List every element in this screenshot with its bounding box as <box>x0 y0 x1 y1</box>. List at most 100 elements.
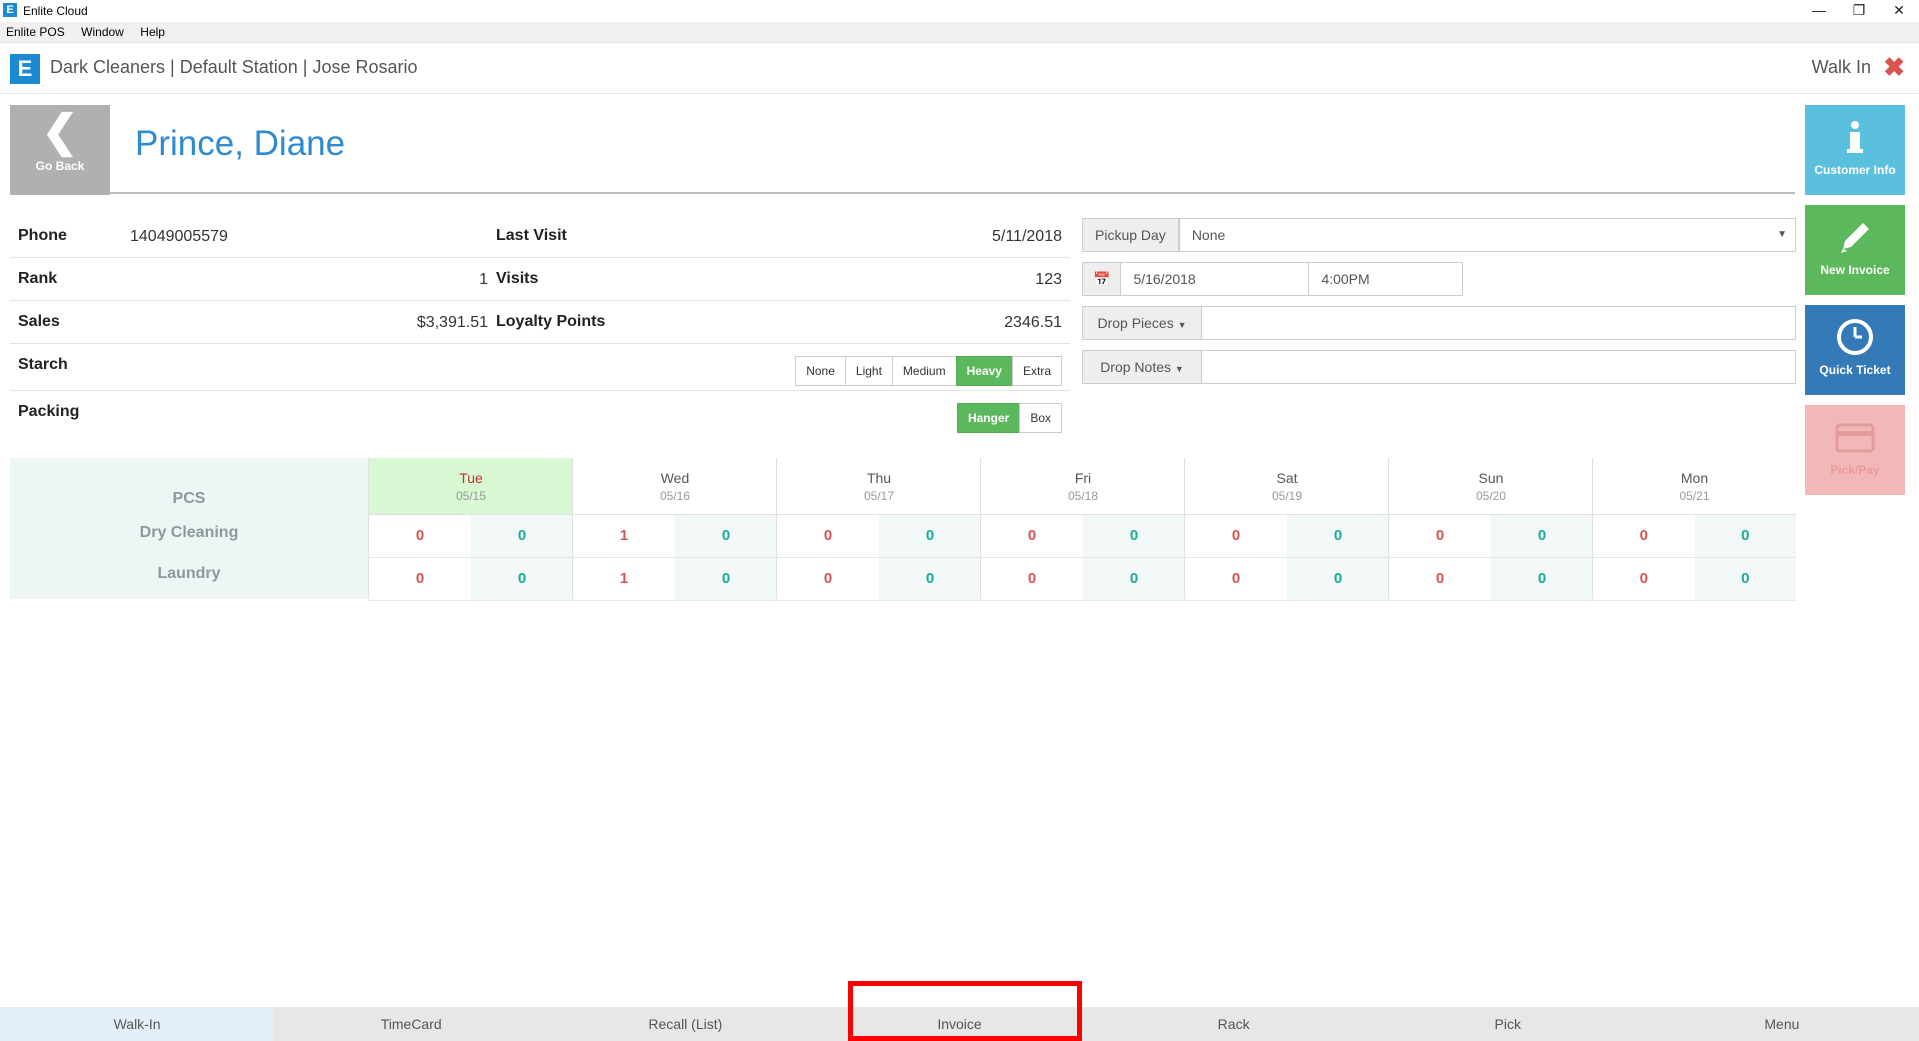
day-header: Thu 05/17 <box>777 458 981 515</box>
count-cell: 0 <box>1694 558 1796 600</box>
starch-heavy-button[interactable]: Heavy <box>955 356 1013 386</box>
count-cell: 0 <box>415 527 425 544</box>
day-column[interactable]: Thu 05/17 00 00 <box>776 458 981 601</box>
count-cell: 0 <box>1231 527 1241 544</box>
rank-value: 1 <box>479 271 488 288</box>
dry-cleaning-cells: 00 <box>981 515 1185 558</box>
starch-selector: None Light Medium Heavy Extra <box>795 356 1062 386</box>
day-header: Sat 05/19 <box>1185 458 1389 515</box>
close-window-button[interactable]: ✕ <box>1879 0 1919 22</box>
day-column[interactable]: Sat 05/19 00 00 <box>1184 458 1389 601</box>
day-column[interactable]: Fri 05/18 00 00 <box>980 458 1185 601</box>
close-icon[interactable]: ✖ <box>1883 52 1905 83</box>
count-cell: 0 <box>1639 527 1648 544</box>
count-cell: 0 <box>1694 515 1796 557</box>
day-name: Sun <box>1478 470 1504 486</box>
menu-window[interactable]: Window <box>75 22 130 39</box>
customer-info-button[interactable]: Customer Info <box>1805 105 1905 195</box>
menu-help[interactable]: Help <box>134 22 171 39</box>
pick-pay-button[interactable]: Pick/Pay <box>1805 405 1905 495</box>
new-invoice-button[interactable]: New Invoice <box>1805 205 1905 295</box>
nav-walk-in[interactable]: Walk-In <box>0 1007 275 1041</box>
clock-icon <box>1837 319 1873 355</box>
day-name: Sat <box>1276 470 1298 486</box>
loyalty-value: 2346.51 <box>1004 314 1062 331</box>
drop-notes-row: Drop Notes ▼ <box>1082 350 1796 384</box>
nav-recall-list[interactable]: Recall (List) <box>548 1007 822 1041</box>
day-column[interactable]: Mon 05/21 00 00 <box>1592 458 1796 601</box>
schedule-row-labels: PCS Dry Cleaning Laundry <box>10 458 368 599</box>
day-name: Thu <box>866 470 892 486</box>
starch-none-button[interactable]: None <box>795 356 846 386</box>
quick-ticket-button[interactable]: Quick Ticket <box>1805 305 1905 395</box>
window-titlebar: E Enlite Cloud — ❐ ✕ <box>0 0 1919 22</box>
nav-pick[interactable]: Pick <box>1371 1007 1645 1041</box>
drop-notes-button[interactable]: Drop Notes ▼ <box>1082 350 1202 384</box>
drop-pieces-input[interactable] <box>1202 306 1796 340</box>
packing-box-button[interactable]: Box <box>1019 403 1062 433</box>
day-date: 05/21 <box>1679 489 1710 503</box>
day-header: Fri 05/18 <box>981 458 1185 515</box>
sales-value: $3,391.51 <box>416 314 488 331</box>
menu-enlite-pos[interactable]: Enlite POS <box>0 22 71 39</box>
count-cell: 0 <box>675 558 777 600</box>
count-cell: 1 <box>619 527 629 544</box>
chevron-left-icon: ❮ <box>41 107 79 156</box>
phone-value: 14049005579 <box>130 228 228 245</box>
starch-light-button[interactable]: Light <box>844 356 893 386</box>
count-cell: 0 <box>1491 515 1593 557</box>
day-column[interactable]: Sun 05/20 00 00 <box>1388 458 1593 601</box>
starch-label: Starch <box>18 356 68 373</box>
customer-name: Prince, Diane <box>135 124 346 163</box>
dry-cleaning-cells: 10 <box>573 515 777 558</box>
pickup-date-input[interactable]: 5/16/2018 <box>1121 262 1310 296</box>
nav-menu[interactable]: Menu <box>1645 1007 1919 1041</box>
go-back-button[interactable]: ❮ Go Back <box>10 105 110 195</box>
last-visit-label: Last Visit <box>496 227 567 244</box>
nav-rack[interactable]: Rack <box>1097 1007 1371 1041</box>
day-header: Tue 05/15 <box>369 458 573 515</box>
pickup-day-select[interactable]: None ▼ <box>1178 218 1796 252</box>
day-date: 05/15 <box>455 489 487 503</box>
count-cell: 0 <box>823 570 833 587</box>
pickup-day-row: Pickup Day None ▼ <box>1082 218 1796 252</box>
day-column[interactable]: Wed 05/16 10 10 <box>572 458 777 601</box>
laundry-cells: 00 <box>369 558 573 601</box>
loyalty-label: Loyalty Points <box>496 313 606 330</box>
nav-timecard[interactable]: TimeCard <box>274 1007 548 1041</box>
pickup-day-label: Pickup Day <box>1082 218 1179 252</box>
starch-medium-button[interactable]: Medium <box>891 356 957 386</box>
pickup-datetime-row: 📅 5/16/2018 4:00PM <box>1082 262 1464 296</box>
dry-cleaning-cells: 00 <box>1593 515 1796 558</box>
minimize-button[interactable]: — <box>1799 0 1839 22</box>
name-divider <box>110 192 1795 194</box>
credit-card-icon <box>1835 423 1875 453</box>
drop-notes-input[interactable] <box>1202 350 1796 384</box>
laundry-cells: 00 <box>777 558 981 601</box>
day-date: 05/17 <box>863 489 895 503</box>
station-title: Dark Cleaners | Default Station | Jose R… <box>50 57 418 77</box>
laundry-cells: 00 <box>1593 558 1796 601</box>
visits-value: 123 <box>1035 271 1062 288</box>
day-date: 05/16 <box>659 489 691 503</box>
last-visit-value: 5/11/2018 <box>992 228 1062 245</box>
visits-label: Visits <box>496 270 539 287</box>
count-cell: 0 <box>675 515 777 557</box>
restore-button[interactable]: ❐ <box>1839 0 1879 22</box>
drop-pieces-button[interactable]: Drop Pieces ▼ <box>1082 306 1202 340</box>
starch-extra-button[interactable]: Extra <box>1011 356 1062 386</box>
laundry-cells: 00 <box>981 558 1185 601</box>
calendar-icon: 📅 <box>1082 262 1122 296</box>
packing-hanger-button[interactable]: Hanger <box>956 403 1021 433</box>
info-icon <box>1847 121 1863 153</box>
count-cell: 0 <box>1435 527 1445 544</box>
go-back-label: Go Back <box>35 159 85 173</box>
phone-label: Phone <box>18 227 67 244</box>
enlite-logo: E <box>10 54 40 84</box>
day-header: Wed 05/16 <box>573 458 777 515</box>
day-column[interactable]: Tue 05/15 00 00 <box>368 458 573 601</box>
count-cell: 0 <box>471 558 573 600</box>
count-cell: 0 <box>1083 558 1185 600</box>
pickup-time-input[interactable]: 4:00PM <box>1309 262 1464 296</box>
packing-row: Packing Hanger Box <box>10 391 1070 437</box>
